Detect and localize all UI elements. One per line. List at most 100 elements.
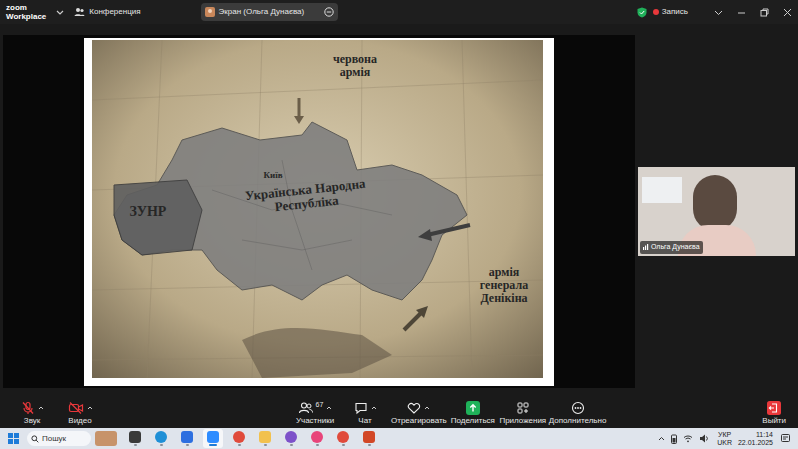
audio-button[interactable]: Звук	[10, 401, 54, 426]
battery-icon	[671, 434, 677, 444]
video-button[interactable]: Видео	[58, 401, 102, 426]
edge-icon	[155, 431, 167, 443]
map-label-region: ЗУНР	[122, 204, 174, 219]
leave-icon	[767, 401, 781, 416]
folder-icon	[259, 431, 271, 443]
taskbar-app[interactable]	[307, 429, 327, 448]
minimize-icon[interactable]	[737, 8, 746, 17]
chat-button[interactable]: Чат	[340, 401, 390, 426]
language-indicator[interactable]: УКРUKR	[717, 431, 732, 447]
map-label-army: червона армія	[324, 53, 386, 79]
start-icon[interactable]	[8, 433, 19, 444]
react-icon-row	[407, 401, 430, 416]
recording-label: Запись	[662, 6, 688, 18]
more-label: Дополнительно	[549, 416, 607, 426]
taskbar-app[interactable]	[333, 429, 353, 448]
running-indicator	[134, 444, 137, 446]
volume-icon[interactable]	[699, 434, 709, 443]
dropdown-icon[interactable]	[56, 8, 64, 16]
search-input[interactable]	[42, 433, 86, 445]
screen-share-pill[interactable]: Экран (Ольга Дунаєва)	[201, 3, 339, 21]
taskbar-app[interactable]	[203, 429, 223, 448]
powerpoint-icon	[363, 431, 375, 443]
restore-icon[interactable]	[760, 8, 769, 17]
taskbar-app[interactable]	[151, 429, 171, 448]
encryption-shield-icon[interactable]	[637, 7, 647, 18]
wifi-icon	[683, 434, 693, 443]
more-button[interactable]: Дополнительно	[548, 401, 608, 426]
taskbar-app[interactable]	[255, 429, 275, 448]
clock[interactable]: 11:1422.01.2025	[738, 431, 773, 447]
notifications-icon[interactable]	[781, 434, 790, 443]
search-highlight-picture[interactable]	[95, 431, 117, 446]
video-column: Ольга Дунаєва	[635, 24, 798, 398]
apps-icon-row	[516, 401, 530, 416]
pinned-apps	[125, 429, 379, 448]
zoom-logo: zoomWorkplace	[6, 3, 46, 21]
taskbar-app[interactable]	[281, 429, 301, 448]
slide-frame: червона арміяЗУНРКиївУкраїнська Народна …	[84, 38, 554, 386]
taskbar-app[interactable]	[125, 429, 145, 448]
language-line1: УКР	[718, 431, 731, 439]
chat-label: Чат	[358, 416, 371, 426]
chat-icon-row	[354, 401, 377, 416]
people-icon	[74, 7, 85, 17]
leave-label: Выйти	[762, 416, 786, 426]
share-icon	[466, 401, 480, 415]
view-dropdown-icon[interactable]	[714, 8, 723, 17]
apps-label: Приложения	[499, 416, 546, 426]
apps-icon	[516, 401, 530, 415]
audio-label: Звук	[24, 416, 40, 426]
taskbar-app[interactable]	[229, 429, 249, 448]
minimize-share-icon[interactable]	[324, 7, 334, 17]
close-icon[interactable]	[783, 8, 792, 17]
participants-icon-row: 67	[298, 401, 333, 416]
react-button[interactable]: Отреагировать	[390, 401, 448, 426]
menu-caret-icon[interactable]	[87, 405, 93, 411]
background-board	[642, 177, 682, 203]
running-indicator	[290, 444, 293, 446]
logo-workplace: Workplace	[6, 12, 46, 21]
meeting-controls: 67Участники Чат ОтреагироватьПоделитьсяПри…	[290, 401, 607, 426]
zoom-window: zoomWorkplace Конференция Экран (Ольга Дун…	[0, 0, 798, 449]
menu-caret-icon[interactable]	[38, 405, 44, 411]
history-map: червона арміяЗУНРКиївУкраїнська Народна …	[92, 40, 543, 378]
participant-name: Ольга Дунаєва	[651, 242, 700, 253]
video-icon-row	[68, 401, 93, 416]
taskbar-search[interactable]	[27, 431, 91, 446]
running-indicator	[160, 444, 163, 446]
participant-video: Ольга Дунаєва	[638, 167, 795, 256]
tray-expand-icon[interactable]	[658, 435, 665, 442]
video-icon	[68, 401, 84, 415]
apps-button[interactable]: Приложения	[498, 401, 548, 426]
audio-icon-row	[21, 401, 44, 416]
search-icon	[31, 435, 39, 443]
participants-button[interactable]: 67Участники	[290, 401, 340, 426]
running-indicator	[264, 444, 267, 446]
audio-icon	[21, 401, 35, 415]
menu-caret-icon[interactable]	[326, 405, 332, 411]
zoom-icon	[207, 431, 219, 443]
running-indicator	[186, 444, 189, 446]
clock-time: 11:14	[756, 431, 773, 439]
menu-caret-icon[interactable]	[371, 405, 377, 411]
react-label: Отреагировать	[391, 416, 447, 426]
participant-name-tag: Ольга Дунаєва	[640, 241, 703, 254]
participants-icon	[298, 401, 314, 415]
taskbar-app[interactable]	[359, 429, 379, 448]
share-button[interactable]: Поделиться	[448, 401, 498, 426]
running-indicator	[368, 444, 371, 446]
taskbar-app[interactable]	[177, 429, 197, 448]
chrome-icon	[337, 431, 349, 443]
media-controls: Звук Видео	[0, 401, 102, 426]
paint-icon	[311, 431, 323, 443]
avatar-icon	[205, 7, 215, 17]
video-label: Видео	[68, 416, 91, 426]
meeting-menu[interactable]: Конференция	[74, 6, 140, 18]
menu-caret-icon[interactable]	[424, 405, 430, 411]
meet-icon	[181, 431, 193, 443]
more-icon-row	[571, 401, 585, 416]
leave-button[interactable]: Выйти	[762, 401, 786, 426]
running-indicator	[342, 444, 345, 446]
shared-screen: червона арміяЗУНРКиївУкраїнська Народна …	[3, 35, 635, 388]
